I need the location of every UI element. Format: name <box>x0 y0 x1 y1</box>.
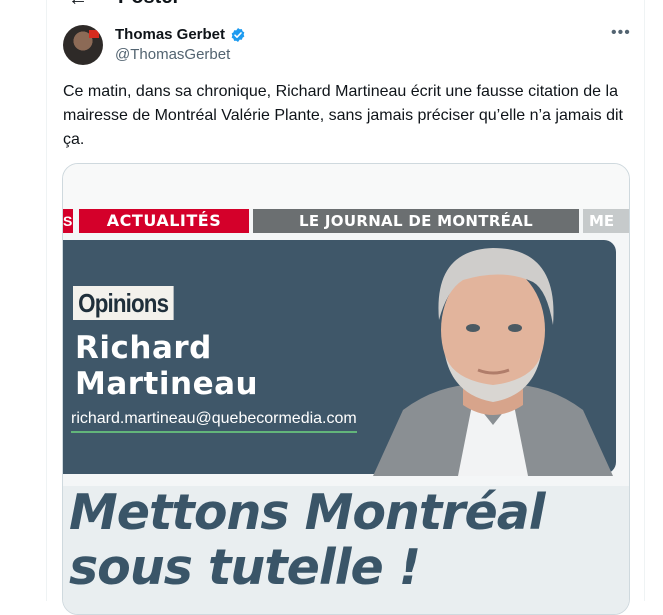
author-handle[interactable]: @ThomasGerbet <box>115 46 230 63</box>
avatar[interactable] <box>63 25 103 65</box>
image-top-strip <box>63 164 629 209</box>
column-border-left <box>46 0 47 601</box>
columnist-first-name: Richard <box>75 330 212 366</box>
column-border-right <box>644 0 645 601</box>
media-image[interactable]: S ACTUALITÉS LE JOURNAL DE MONTRÉAL ME O… <box>62 163 630 615</box>
section-badge-fragment: S <box>63 209 73 233</box>
columnist-email: richard.martineau@quebecormedia.com <box>71 410 357 433</box>
section-badge: ACTUALITÉS <box>79 209 249 233</box>
page-title: Poster <box>118 0 180 9</box>
flag-icon <box>89 30 99 38</box>
tweet-text: Ce matin, dans sa chronique, Richard Mar… <box>63 83 623 148</box>
arrow-left-icon[interactable]: ← <box>68 0 88 10</box>
columnist-last-name: Martineau <box>75 366 259 402</box>
top-bar: ← Poster <box>0 0 663 10</box>
opinions-label: Opinions <box>73 286 174 320</box>
author-name[interactable]: Thomas Gerbet <box>115 26 225 43</box>
verified-badge-icon <box>231 28 245 42</box>
more-horizontal-icon[interactable]: ••• <box>611 24 631 42</box>
headline-line-1: Mettons Montréal <box>69 484 546 541</box>
columnist-portrait <box>373 248 613 476</box>
headline-line-2: sous tutelle ! <box>69 539 421 596</box>
